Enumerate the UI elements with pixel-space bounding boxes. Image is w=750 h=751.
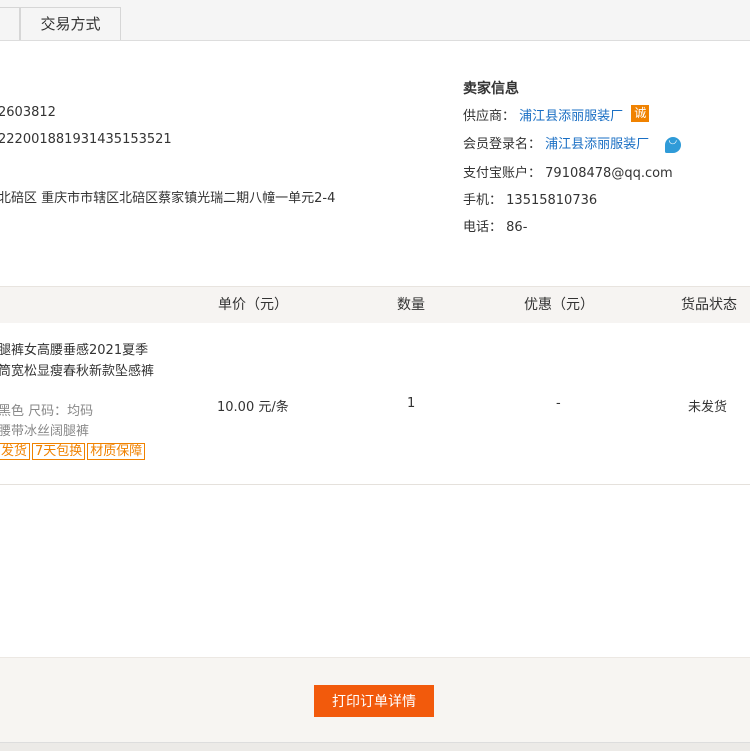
- item-title-line1[interactable]: 腿裤女高腰垂感2021夏季: [0, 339, 148, 358]
- item-unit-price: 10.00 元/条: [217, 400, 289, 415]
- seller-info-title: 卖家信息: [463, 81, 519, 97]
- member-label: 会员登录名：: [463, 137, 542, 152]
- tel-label: 电话：: [463, 220, 503, 235]
- service-tag: 材质保障: [87, 443, 146, 460]
- item-title-line2[interactable]: 筒宽松显瘦春秋新款坠感裤: [0, 360, 154, 379]
- header-discount: 优惠（元）: [524, 297, 594, 313]
- mobile-label: 手机：: [463, 193, 503, 208]
- alipay-row: 支付宝账户： 79108478@qq.com: [463, 162, 673, 181]
- print-order-details-button[interactable]: 打印订单详情: [314, 685, 434, 717]
- header-quantity: 数量: [397, 297, 425, 313]
- seller-info-panel: 卖家信息 供应商： 浦江县添丽服装厂 诚 会员登录名： 浦江县添丽服装厂 支付宝…: [463, 78, 750, 235]
- item-status: 未发货: [688, 400, 728, 415]
- header-status: 货品状态: [681, 297, 737, 313]
- wangwang-chat-icon[interactable]: [665, 135, 682, 153]
- alipay-value: 79108478@qq.com: [545, 166, 673, 181]
- order-table-header: 单价（元） 数量 优惠（元） 货品状态: [0, 286, 750, 323]
- mobile-value: 13515810736: [506, 193, 598, 208]
- item-quantity: 1: [407, 396, 416, 411]
- tel-row: 电话： 86-: [463, 216, 527, 235]
- item-discount: -: [556, 396, 561, 411]
- supplier-label: 供应商：: [463, 109, 516, 124]
- buyer-id-partial: 2220018819314351535​21: [0, 132, 172, 147]
- mobile-row: 手机： 13515810736: [463, 189, 597, 208]
- member-row: 会员登录名： 浦江县添丽服装厂: [463, 133, 682, 153]
- item-spec-line2: 腰带冰丝阔腿裤: [0, 424, 90, 439]
- alipay-label: 支付宝账户：: [463, 166, 542, 181]
- service-tag: 发货: [0, 443, 31, 460]
- buyer-address-partial: 北碚区 重庆市市辖区北碚区蔡家镇光瑞二期八幢一单元2-4: [0, 191, 336, 206]
- tel-value: 86-: [506, 220, 528, 235]
- header-unit-price: 单价（元）: [218, 297, 288, 313]
- item-spec-line1: 黑色 尺码：均码: [0, 404, 94, 419]
- tab-bar: 交易方式: [0, 0, 750, 41]
- service-tag: 7天包换: [32, 443, 86, 460]
- footer-bar: 打印订单详情: [0, 657, 750, 751]
- tab-transaction-method[interactable]: 交易方式: [20, 7, 121, 40]
- buyer-phone-partial: 2603812: [0, 105, 56, 120]
- item-service-tags: 发货 7天包换 材质保障: [0, 443, 147, 460]
- supplier-link[interactable]: 浦江县添丽服装厂: [519, 109, 623, 124]
- supplier-row: 供应商： 浦江县添丽服装厂 诚: [463, 105, 650, 124]
- order-item-row: 腿裤女高腰垂感2021夏季 筒宽松显瘦春秋新款坠感裤 黑色 尺码：均码 腰带冰丝…: [0, 322, 750, 485]
- member-link[interactable]: 浦江县添丽服装厂: [545, 137, 649, 152]
- tab-previous[interactable]: [0, 7, 20, 40]
- integrity-badge-icon: 诚: [631, 105, 650, 122]
